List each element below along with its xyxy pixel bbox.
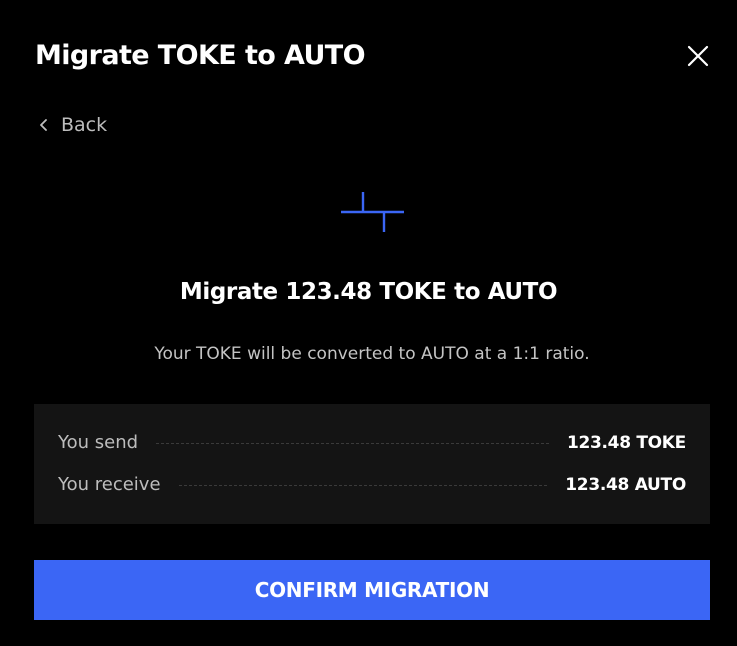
auto-logo-icon <box>341 192 404 232</box>
summary-row-receive: You receive 123.48 AUTO <box>58 471 686 499</box>
send-label: You send <box>58 432 139 453</box>
back-button[interactable]: Back <box>38 112 107 138</box>
back-label: Back <box>61 114 108 136</box>
receive-label: You receive <box>58 474 161 495</box>
migrate-modal: Migrate TOKE to AUTO Back Migrate 123.48… <box>0 0 737 646</box>
migration-heading: Migrate 123.48 TOKE to AUTO <box>179 279 558 305</box>
close-button[interactable] <box>682 40 714 72</box>
dotted-leader <box>156 442 549 444</box>
dotted-leader <box>178 484 548 486</box>
summary-row-send: You send 123.48 TOKE <box>58 429 686 457</box>
modal-title: Migrate TOKE to AUTO <box>35 40 366 71</box>
confirm-migration-button[interactable]: CONFIRM MIGRATION <box>34 560 710 620</box>
chevron-left-icon <box>40 119 47 131</box>
send-amount: 123.48 TOKE <box>566 433 686 453</box>
close-icon <box>687 45 709 67</box>
summary-panel: You send 123.48 TOKE You receive 123.48 … <box>34 404 710 524</box>
migration-description: Your TOKE will be converted to AUTO at a… <box>154 344 590 364</box>
receive-amount: 123.48 AUTO <box>565 475 686 495</box>
